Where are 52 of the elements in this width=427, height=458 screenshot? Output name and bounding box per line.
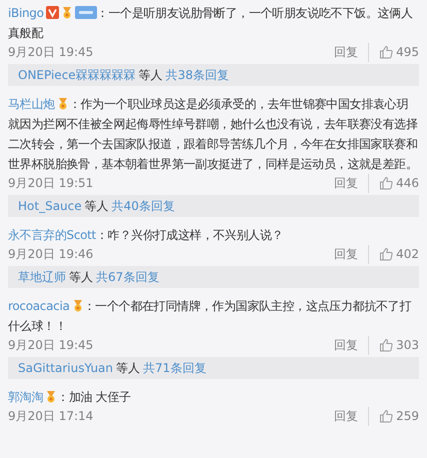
medal-icon <box>45 390 58 403</box>
like-count: 446 <box>396 176 419 190</box>
username-link[interactable]: iBingo <box>8 6 44 20</box>
reply-button[interactable]: 回复 <box>328 406 370 426</box>
verified-badge-icon <box>46 6 59 19</box>
comment-time: 9月20日 19:45 <box>8 336 94 354</box>
reply-button[interactable]: 回复 <box>328 336 370 354</box>
thumbs-up-icon[interactable] <box>379 409 394 423</box>
replies-text: 等人 <box>69 269 93 286</box>
comment-time: 9月20日 19:51 <box>8 174 94 192</box>
like-count: 259 <box>396 409 419 423</box>
thumbs-up-icon[interactable] <box>379 338 394 352</box>
medal-icon <box>56 97 69 110</box>
username-link[interactable]: rocoacacia <box>8 299 70 313</box>
comment-text: iBingo ：一个是听朋友说肋骨断了，一个听朋友说吃不下饭。这俩人真般配 <box>8 5 414 42</box>
replies-count-link[interactable]: 共71条回复 <box>143 359 206 377</box>
like-count: 303 <box>396 338 419 352</box>
replies-summary[interactable]: SaGittariusYuan 等人 共71条回复 <box>8 357 419 379</box>
like-count: 495 <box>396 45 419 59</box>
replies-text: 等人 <box>84 198 109 215</box>
replies-count-link[interactable]: 共38条回复 <box>166 66 229 84</box>
reply-users[interactable]: ONEPiece槑槑槑槑槑 <box>18 66 136 84</box>
replies-summary[interactable]: Hot_Sauce 等人 共40条回复 <box>8 195 419 217</box>
replies-count-link[interactable]: 共40条回复 <box>112 197 175 215</box>
comment-time: 9月20日 19:45 <box>8 44 94 60</box>
reply-users[interactable]: 草地辽师 <box>18 268 66 286</box>
thumbs-up-icon[interactable] <box>379 176 394 190</box>
username-link[interactable]: 郭淘淘 <box>8 390 44 404</box>
replies-summary[interactable]: 草地辽师 等人 共67条回复 <box>8 266 419 288</box>
medal-icon <box>60 6 73 19</box>
reply-button[interactable]: 回复 <box>328 244 370 264</box>
username-link[interactable]: 马栏山炮 <box>8 97 55 111</box>
replies-count-link[interactable]: 共67条回复 <box>96 268 160 286</box>
reply-users[interactable]: Hot_Sauce <box>18 197 82 215</box>
thumbs-up-icon[interactable] <box>379 247 394 261</box>
replies-summary[interactable]: ONEPiece槑槑槑槑槑 等人 共38条回复 <box>8 64 419 86</box>
reply-button[interactable]: 回复 <box>328 42 370 62</box>
comment-text: 马栏山炮 ：作为一个职业球员这是必须承受的，去年世锦赛中国女排袁心玥就因为拦网不佳被全网起侮辱性绰号群嘲，她什么也没有说，去年联赛没有选择二次转会，第一个去国家队报道，跟着郎导苦练几个月，今年在女排国家联赛和世界杯脱胎换骨，基本朝着世界第一副攻挺进了，同样是运动员，这就是差距。 <box>8 96 419 173</box>
replies-text: 等人 <box>116 360 140 377</box>
comment-text: 郭淘淘 ：加油 大侄子 <box>8 389 132 406</box>
comment-text: rocoacacia ：一个个都在打同情牌，作为国家队主控，这点压力都抗不了打什么球！！ <box>8 298 412 335</box>
level-badge-icon <box>74 6 97 19</box>
comment-time: 9月20日 19:46 <box>8 246 94 262</box>
medal-icon <box>72 299 84 312</box>
like-count: 402 <box>396 247 419 261</box>
reply-button[interactable]: 回复 <box>328 174 370 192</box>
comment-time: 9月20日 17:14 <box>8 408 94 424</box>
comment-text: 永不言弃的Scott：咋？兴你打成这样，不兴别人说？ <box>8 227 284 244</box>
replies-text: 等人 <box>138 67 163 84</box>
thumbs-up-icon[interactable] <box>379 45 394 59</box>
username-link[interactable]: 永不言弃的Scott <box>8 228 96 242</box>
reply-users[interactable]: SaGittariusYuan <box>18 359 114 377</box>
